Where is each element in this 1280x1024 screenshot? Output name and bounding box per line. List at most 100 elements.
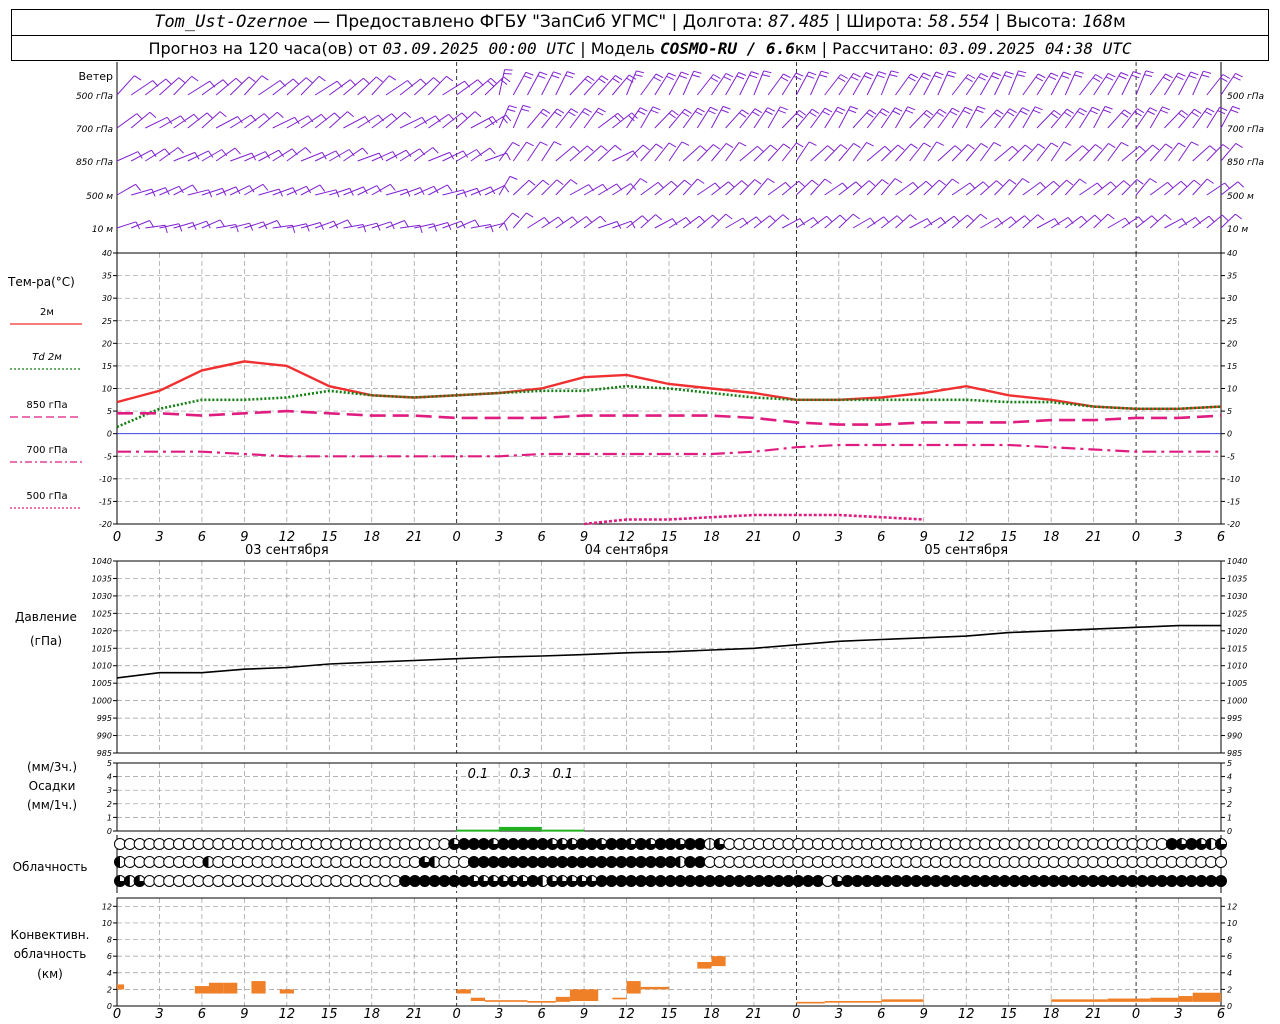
wind-barb <box>385 220 405 229</box>
wind-barb-flag <box>1011 145 1019 152</box>
wind-barb-flag <box>780 106 788 111</box>
wind-barb <box>1121 179 1138 196</box>
wind-barb-flag <box>894 107 903 112</box>
wind-barb-flag <box>819 74 828 78</box>
wind-barb-flag <box>1165 73 1173 79</box>
xtick-label: 3 <box>1174 1007 1182 1022</box>
ytick-label-right: 990 <box>1227 732 1242 741</box>
wind-barb-flag <box>490 77 498 84</box>
wind-barb-flag <box>889 74 898 77</box>
conv-bar <box>626 981 641 994</box>
wind-barb <box>980 217 998 229</box>
wind-barb-flag <box>910 143 918 149</box>
wind-barb <box>1022 143 1039 162</box>
conv-bar <box>612 997 627 1000</box>
xtick-label: 9 <box>240 1007 248 1022</box>
wind-barb-flag <box>642 144 650 151</box>
wind-barb-flag <box>681 111 690 117</box>
wind-barb-flag <box>487 80 495 87</box>
wind-barb-flag <box>599 215 607 223</box>
wind-barb-flag <box>1149 178 1157 184</box>
wind-barb <box>229 76 250 96</box>
wind-level-left: 500 гПа <box>76 92 113 102</box>
conv-bar <box>251 981 266 994</box>
wind-barb-flag <box>1167 182 1174 189</box>
wind-barb-flag <box>1208 215 1215 223</box>
wind-barb <box>810 145 828 162</box>
wind-barb-flag <box>1061 75 1070 79</box>
wind-barb-flag <box>537 75 546 79</box>
conv-title-2: облачность <box>14 947 87 961</box>
wind-barb-flag <box>1233 76 1241 81</box>
wind-barb-flag <box>528 179 536 186</box>
wind-barb <box>810 178 826 196</box>
wind-barb <box>852 217 871 229</box>
wind-barb <box>965 143 982 162</box>
wind-barb-flag <box>556 179 564 186</box>
wind-barb-flag <box>461 112 468 119</box>
ytick-label-right: 1000 <box>1227 697 1247 706</box>
xtick-label: 18 <box>1043 1007 1060 1022</box>
wind-barb <box>866 179 883 196</box>
wind-barb-flag <box>503 185 510 193</box>
wind-barb-flag <box>876 74 885 79</box>
wind-barb <box>711 143 727 162</box>
wind-barb <box>796 179 813 196</box>
precip-value-label: 0.1 <box>468 767 489 782</box>
wind-level-right: 500 гПа <box>1227 92 1264 102</box>
wind-barb-flag <box>404 220 409 228</box>
wind-barb-flag <box>713 144 721 150</box>
wind-barb-flag <box>967 144 975 150</box>
wind-barb-flag <box>837 106 846 111</box>
wind-barb-flag <box>933 75 942 79</box>
wind-barb-flag <box>586 145 594 152</box>
ytick-label-left: 6 <box>107 952 112 961</box>
wind-barb-flag <box>521 108 530 112</box>
xtick-label: 18 <box>703 530 720 545</box>
wind-barb <box>300 75 320 96</box>
wind-barb-flag <box>526 212 534 218</box>
wind-level-left: 10 м <box>92 225 113 235</box>
wind-barb-flag <box>850 105 859 110</box>
ytick-label-left: 25 <box>102 317 112 326</box>
wind-barb <box>965 106 979 129</box>
wind-barb <box>866 145 886 162</box>
wind-barb-flag <box>798 109 806 116</box>
wind-barb <box>796 108 813 129</box>
ytick-label-right: 10 <box>1227 385 1237 394</box>
pressure-title: Давление <box>15 610 77 624</box>
conv-unit: (км) <box>37 967 63 981</box>
wind-barb <box>456 79 478 96</box>
wind-barb <box>725 180 742 196</box>
wind-barb-flag <box>1079 107 1088 113</box>
wind-barb-flag <box>235 77 243 84</box>
wind-barb-flag <box>795 72 804 77</box>
conv-bar <box>223 982 238 994</box>
wind-barb-flag <box>1016 74 1025 77</box>
wind-barb-flag <box>208 189 213 198</box>
wind-barb-flag <box>996 180 1003 187</box>
wind-barb <box>980 180 997 196</box>
wind-barb <box>1192 178 1208 196</box>
ytick-label-left: 1030 <box>92 592 112 601</box>
wind-barb-flag <box>1193 179 1201 186</box>
wind-barb-flag <box>474 111 482 118</box>
wind-barb-flag <box>219 111 227 118</box>
wind-title: Ветер <box>79 70 113 83</box>
wind-barb-flag <box>512 141 520 147</box>
wind-barb-flag <box>1108 142 1116 149</box>
wind-barb <box>272 116 295 129</box>
wind-barb-flag <box>684 108 692 114</box>
wind-barb-flag <box>655 214 663 221</box>
wind-barb-flag <box>1149 107 1158 112</box>
wind-barb-flag <box>991 75 999 80</box>
ytick-label-left: 10 <box>102 385 112 394</box>
precip-value-label: 0.3 <box>510 767 531 782</box>
wind-barb-flag <box>1123 180 1131 187</box>
wind-barb-flag <box>1131 74 1140 79</box>
ytick-label-left: 1000 <box>92 697 112 706</box>
wind-level-right: 700 гПа <box>1227 125 1264 135</box>
wind-barb-flag <box>763 70 772 74</box>
wind-barb-flag <box>866 141 874 147</box>
ytick-label-right: 10 <box>1227 919 1237 928</box>
